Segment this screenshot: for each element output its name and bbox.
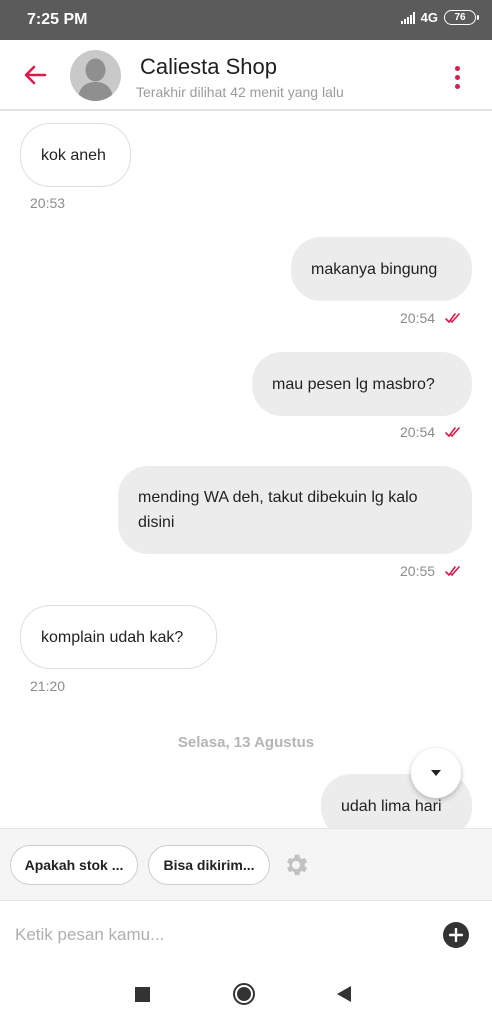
- message-time: 20:55: [400, 563, 436, 579]
- message-text: kok aneh: [41, 146, 106, 164]
- system-nav-bar: [0, 968, 492, 1024]
- message-text: mau pesen lg masbro?: [272, 375, 435, 393]
- composer: [0, 900, 492, 968]
- status-right: 4G 76: [400, 10, 479, 25]
- status-time: 7:25 PM: [27, 11, 88, 28]
- person-silhouette-icon: [78, 58, 113, 101]
- battery-level: 76: [454, 12, 466, 23]
- message-text: komplain udah kak?: [41, 628, 184, 646]
- plus-circle-icon[interactable]: [443, 922, 469, 948]
- battery-icon: 76: [444, 10, 479, 25]
- gear-icon[interactable]: [282, 851, 310, 879]
- chat-header: Caliesta Shop Terakhir dilihat 42 menit …: [0, 40, 492, 111]
- message-time: 21:20: [30, 678, 66, 694]
- chat-title[interactable]: Caliesta Shop: [140, 54, 277, 80]
- scroll-to-bottom-button[interactable]: [411, 748, 461, 798]
- message-bubble-outgoing[interactable]: makanya bingung: [291, 237, 472, 301]
- message-bubble-outgoing[interactable]: mau pesen lg masbro?: [252, 352, 472, 416]
- signal-icon: [400, 11, 415, 24]
- date-separator: Selasa, 13 Agustus: [177, 734, 315, 751]
- quick-reply-label: Bisa dikirim...: [163, 857, 255, 873]
- message-text: udah lima hari: [341, 797, 442, 815]
- double-check-icon: [445, 566, 460, 577]
- message-bubble-incoming[interactable]: komplain udah kak?: [20, 605, 217, 669]
- last-seen-status: Terakhir dilihat 42 menit yang lalu: [136, 84, 344, 100]
- message-time: 20:53: [30, 195, 66, 211]
- network-type: 4G: [420, 10, 438, 25]
- more-vertical-icon[interactable]: [447, 62, 467, 92]
- message-text-line: mending WA deh, takut dibekuin lg kalo: [138, 489, 418, 506]
- avatar[interactable]: [70, 50, 121, 101]
- message-list[interactable]: kok aneh 20:53 makanya bingung 20:54 mau…: [0, 112, 492, 828]
- back-triangle-icon[interactable]: [337, 986, 351, 1002]
- double-check-icon: [445, 313, 460, 324]
- message-input[interactable]: [0, 911, 420, 959]
- message-text-line: disini: [138, 514, 175, 531]
- quick-reply-chip[interactable]: Apakah stok ...: [10, 845, 138, 885]
- quick-reply-chip[interactable]: Bisa dikirim...: [148, 845, 270, 885]
- quick-reply-bar: Apakah stok ... Bisa dikirim...: [0, 828, 492, 900]
- status-bar: 7:25 PM 4G 76: [0, 0, 492, 40]
- message-time: 20:54: [400, 424, 436, 440]
- message-text: makanya bingung: [311, 260, 438, 278]
- plus-glyph: [449, 928, 463, 942]
- recent-apps-icon[interactable]: [135, 987, 150, 1002]
- message-time: 20:54: [400, 310, 436, 326]
- arrow-left-icon[interactable]: [20, 60, 50, 90]
- quick-reply-label: Apakah stok ...: [24, 857, 124, 873]
- message-bubble-outgoing[interactable]: mending WA deh, takut dibekuin lg kalo d…: [118, 466, 472, 554]
- message-bubble-incoming[interactable]: kok aneh: [20, 123, 131, 187]
- caret-down-icon: [431, 770, 441, 776]
- double-check-icon: [445, 427, 460, 438]
- home-icon[interactable]: [233, 983, 255, 1005]
